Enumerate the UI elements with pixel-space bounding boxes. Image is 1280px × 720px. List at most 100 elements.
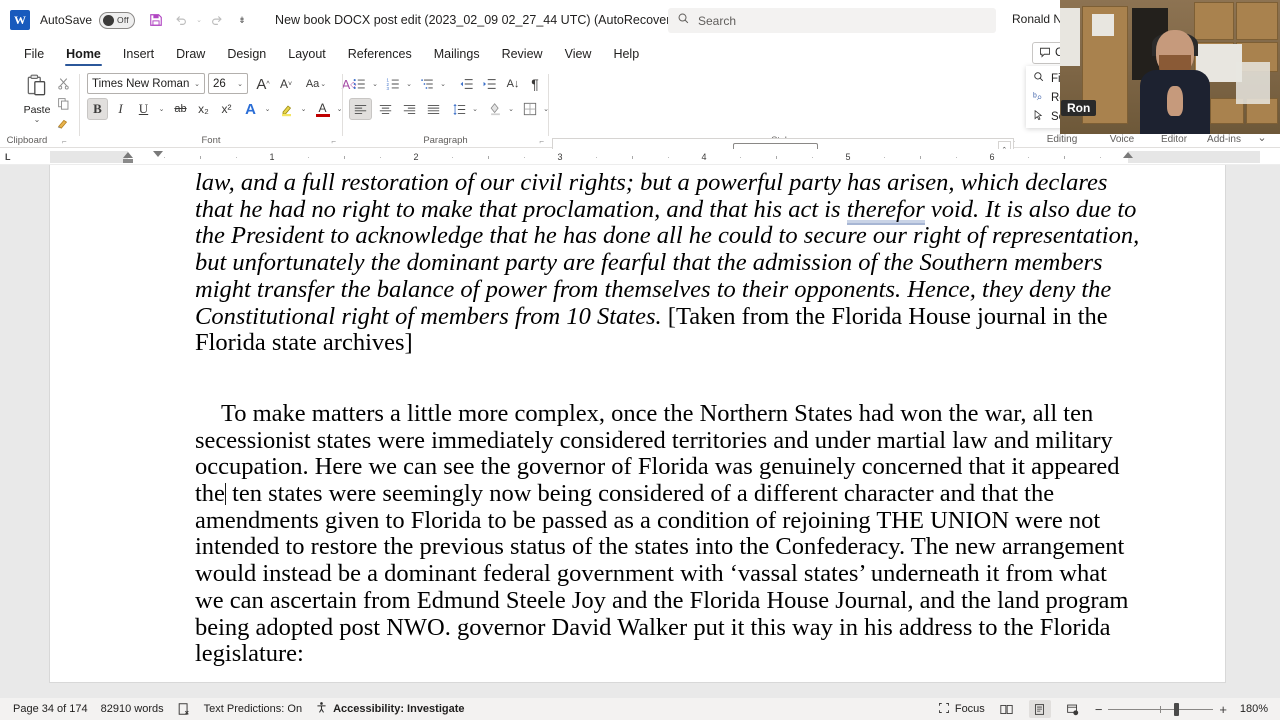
paragraph-quote[interactable]: law, and a full restoration of our civil… bbox=[195, 169, 1140, 357]
strikethrough-button[interactable]: ab bbox=[170, 98, 191, 120]
focus-mode-button[interactable]: Focus bbox=[938, 702, 985, 717]
ruler-number-3: 3 bbox=[557, 152, 563, 162]
underline-button[interactable]: U bbox=[133, 98, 154, 120]
decrease-indent-button[interactable] bbox=[455, 73, 477, 95]
horizontal-ruler[interactable]: L 1 2 3 4 5 6 bbox=[0, 149, 1280, 165]
proofing-errors-icon[interactable] bbox=[177, 702, 191, 716]
font-size-chevron-down-icon[interactable]: ⌄ bbox=[237, 80, 243, 88]
zoom-track[interactable] bbox=[1108, 702, 1214, 716]
bullets-button[interactable] bbox=[349, 73, 369, 95]
spelling-error-word[interactable]: therefor bbox=[846, 195, 925, 225]
line-spacing-button[interactable] bbox=[449, 98, 469, 120]
font-name-chevron-down-icon[interactable]: ⌄ bbox=[194, 80, 200, 88]
undo-dropdown-chevron-icon[interactable]: ⌄ bbox=[195, 9, 203, 31]
align-center-button[interactable] bbox=[374, 98, 397, 120]
font-color-icon[interactable]: A bbox=[312, 98, 333, 120]
zoom-in-button[interactable]: + bbox=[1219, 702, 1227, 717]
tab-file[interactable]: File bbox=[14, 44, 54, 64]
highlight-color-icon[interactable] bbox=[276, 98, 297, 120]
tab-view[interactable]: View bbox=[555, 44, 602, 64]
shading-icon[interactable] bbox=[485, 98, 505, 120]
highlight-chevron-down-icon[interactable]: ⌄ bbox=[297, 98, 309, 120]
word-count[interactable]: 82910 words bbox=[101, 703, 164, 715]
grow-font-button[interactable]: A ^ bbox=[252, 73, 274, 95]
page-indicator[interactable]: Page 34 of 174 bbox=[13, 703, 88, 715]
numbering-button[interactable]: 123 bbox=[383, 73, 403, 95]
text-effects-chevron-down-icon[interactable]: ⌄ bbox=[261, 98, 273, 120]
zoom-slider-thumb[interactable] bbox=[1174, 702, 1180, 716]
search-box[interactable]: Search bbox=[668, 8, 996, 33]
font-dialog-launcher[interactable]: ⌐ bbox=[331, 137, 336, 146]
italic-button[interactable]: I bbox=[110, 98, 131, 120]
accessibility-status[interactable]: Accessibility: Investigate bbox=[315, 701, 465, 717]
text-predictions-label: Text Predictions: On bbox=[203, 703, 303, 715]
document-page[interactable]: law, and a full restoration of our civil… bbox=[50, 165, 1225, 682]
text-effects-icon[interactable]: A bbox=[240, 98, 261, 120]
paper-on-door bbox=[1092, 14, 1114, 36]
tab-draw[interactable]: Draw bbox=[166, 44, 215, 64]
bullets-chevron-down-icon[interactable]: ⌄ bbox=[369, 73, 380, 95]
editing-group-label[interactable]: Editing bbox=[1031, 134, 1093, 145]
document-canvas[interactable]: law, and a full restoration of our civil… bbox=[0, 165, 1280, 698]
bold-button[interactable]: B bbox=[87, 98, 108, 120]
text-predictions-status[interactable]: Text Predictions: On bbox=[204, 703, 302, 715]
tab-references[interactable]: References bbox=[338, 44, 422, 64]
paragraph-dialog-launcher[interactable]: ⌐ bbox=[539, 137, 544, 146]
increase-indent-button[interactable] bbox=[478, 73, 500, 95]
sort-button[interactable]: A↓ bbox=[502, 73, 524, 95]
copy-icon[interactable] bbox=[52, 94, 74, 112]
web-layout-icon[interactable] bbox=[1062, 700, 1084, 718]
multilevel-list-button[interactable] bbox=[417, 73, 437, 95]
autosave-toggle[interactable]: Off bbox=[99, 11, 136, 29]
read-mode-icon[interactable] bbox=[996, 700, 1018, 718]
print-layout-icon[interactable] bbox=[1028, 700, 1051, 718]
addins-group-label[interactable]: Add-ins bbox=[1198, 134, 1250, 145]
redo-icon[interactable] bbox=[206, 9, 228, 31]
tab-home[interactable]: Home bbox=[56, 44, 111, 66]
tab-help[interactable]: Help bbox=[603, 44, 649, 64]
format-painter-icon[interactable] bbox=[52, 114, 74, 132]
superscript-button[interactable]: x² bbox=[216, 98, 237, 120]
left-indent-marker[interactable] bbox=[123, 159, 133, 163]
tab-stop-selector[interactable]: L bbox=[5, 152, 11, 162]
ribbon-group-styles: Styles ⌐ bbox=[549, 68, 1019, 148]
undo-icon[interactable] bbox=[170, 9, 192, 31]
voice-group-label[interactable]: Voice bbox=[1096, 134, 1148, 145]
first-line-indent-marker[interactable] bbox=[153, 151, 163, 157]
align-left-button[interactable] bbox=[349, 98, 372, 120]
page-text-body[interactable]: law, and a full restoration of our civil… bbox=[195, 165, 1140, 668]
tab-design[interactable]: Design bbox=[217, 44, 276, 64]
show-formatting-marks-button[interactable]: ¶ bbox=[525, 73, 545, 95]
customize-quick-access-icon[interactable]: ⇟ bbox=[231, 9, 253, 31]
clipboard-dialog-launcher[interactable]: ⌐ bbox=[62, 137, 67, 146]
zoom-level-label[interactable]: 180% bbox=[1238, 703, 1268, 715]
shading-chevron-down-icon[interactable]: ⌄ bbox=[505, 98, 516, 120]
multilevel-chevron-down-icon[interactable]: ⌄ bbox=[437, 73, 448, 95]
align-right-button[interactable] bbox=[398, 98, 421, 120]
line-spacing-chevron-down-icon[interactable]: ⌄ bbox=[469, 98, 480, 120]
focus-label: Focus bbox=[954, 703, 985, 715]
show-marks-label: ¶ bbox=[531, 76, 539, 92]
tab-mailings[interactable]: Mailings bbox=[424, 44, 490, 64]
editor-group-label[interactable]: Editor bbox=[1148, 134, 1200, 145]
save-icon[interactable] bbox=[145, 9, 167, 31]
numbering-chevron-down-icon[interactable]: ⌄ bbox=[403, 73, 414, 95]
justify-button[interactable] bbox=[422, 98, 445, 120]
subscript-button[interactable]: x₂ bbox=[193, 98, 214, 120]
tab-layout[interactable]: Layout bbox=[278, 44, 336, 64]
right-indent-marker[interactable] bbox=[1123, 152, 1133, 158]
shrink-font-button[interactable]: A ˅ bbox=[275, 73, 297, 95]
borders-icon[interactable] bbox=[520, 98, 540, 120]
font-size-combo[interactable]: 26 ⌄ bbox=[208, 73, 248, 94]
tab-insert[interactable]: Insert bbox=[113, 44, 164, 64]
paragraph-body[interactable]: To make matters a little more complex, o… bbox=[195, 400, 1140, 668]
change-case-button[interactable]: Aa ⌄ bbox=[299, 73, 333, 95]
zoom-slider[interactable]: − + bbox=[1095, 702, 1227, 717]
font-name-combo[interactable]: Times New Roman ⌄ bbox=[87, 73, 205, 94]
document-title[interactable]: New book DOCX post edit (2023_02_09 02_2… bbox=[275, 13, 735, 27]
cut-icon[interactable] bbox=[52, 74, 74, 92]
hanging-indent-marker[interactable] bbox=[123, 152, 133, 158]
zoom-out-button[interactable]: − bbox=[1095, 702, 1103, 717]
tab-review[interactable]: Review bbox=[492, 44, 553, 64]
underline-chevron-down-icon[interactable]: ⌄ bbox=[155, 98, 167, 120]
